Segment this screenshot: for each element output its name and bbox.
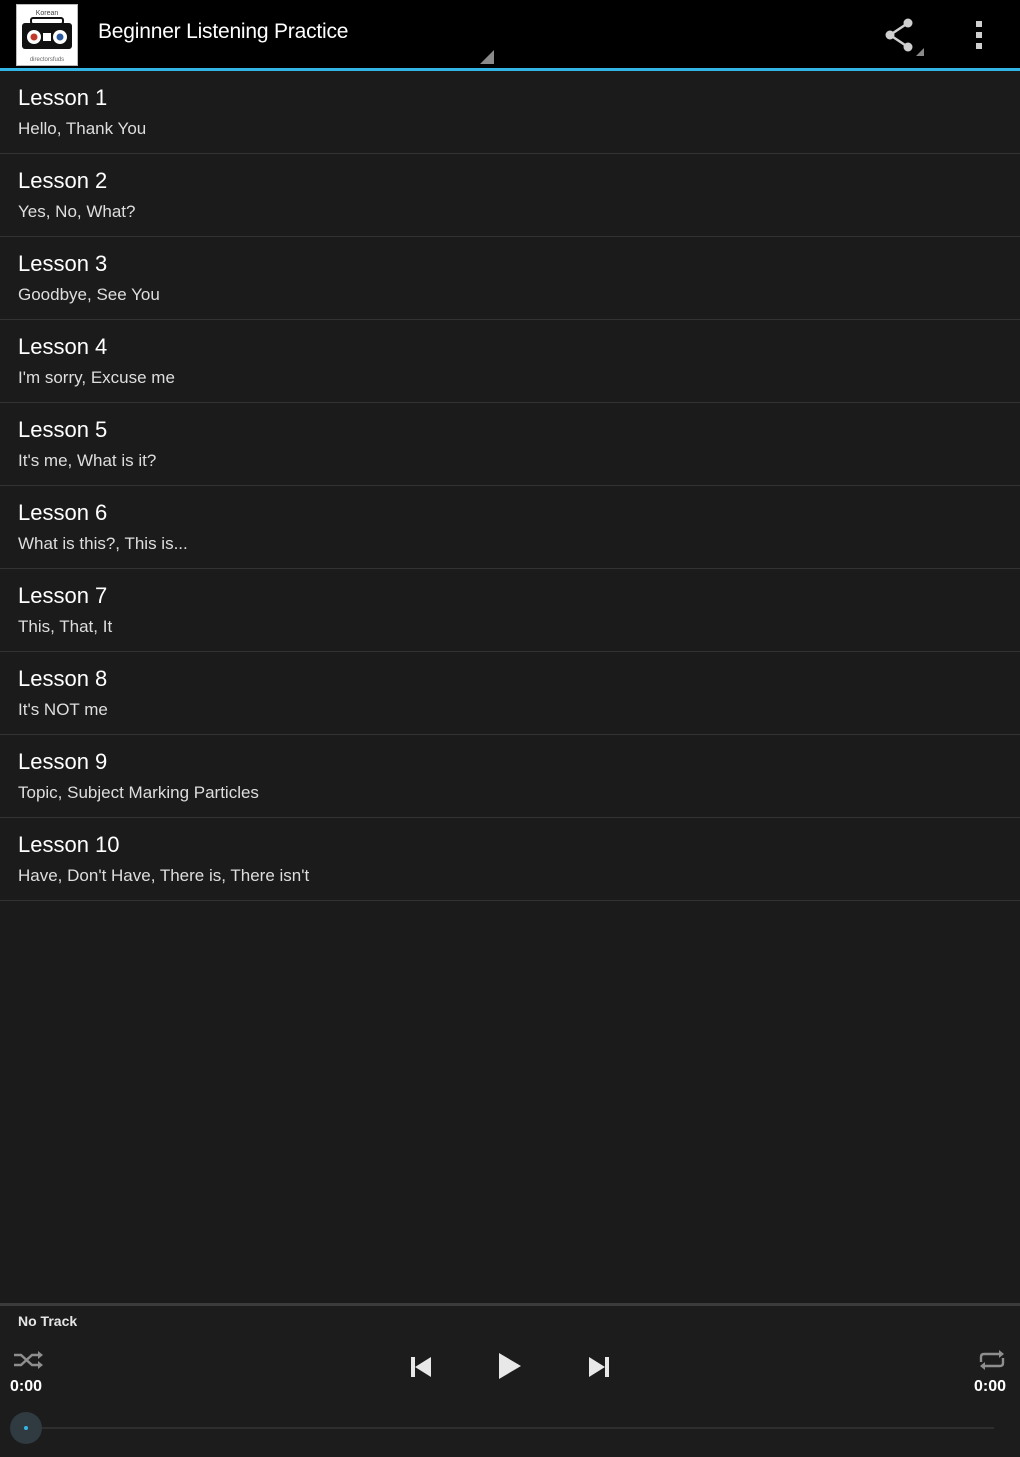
- logo-text-bottom: directorsfuds: [30, 57, 64, 63]
- lesson-title: Lesson 2: [18, 168, 108, 193]
- lesson-subtitle: This, That, It: [18, 617, 113, 636]
- lesson-item[interactable]: Lesson 3 Goodbye, See You: [0, 237, 1020, 320]
- previous-icon[interactable]: [404, 1350, 438, 1384]
- lesson-subtitle: What is this?, This is...: [18, 534, 188, 553]
- lesson-subtitle: Yes, No, What?: [18, 202, 136, 221]
- lesson-subtitle: Topic, Subject Marking Particles: [18, 783, 259, 802]
- logo-text-top: Korean: [36, 10, 59, 17]
- lesson-title: Lesson 5: [18, 417, 108, 442]
- play-icon[interactable]: [490, 1346, 530, 1386]
- lesson-title: Lesson 1: [18, 85, 108, 110]
- dropdown-corner-icon[interactable]: [480, 50, 494, 64]
- share-icon[interactable]: [872, 10, 930, 60]
- lesson-title: Lesson 7: [18, 583, 108, 608]
- app-logo[interactable]: Korean directorsfuds: [16, 4, 78, 66]
- media-player: No Track 0:00 0:00: [0, 1303, 1020, 1457]
- shuffle-icon[interactable]: [12, 1348, 44, 1372]
- lesson-item[interactable]: Lesson 2 Yes, No, What?: [0, 154, 1020, 237]
- seek-thumb[interactable]: [10, 1412, 42, 1444]
- action-bar: Korean directorsfuds Beginner Listening …: [0, 0, 1020, 71]
- repeat-icon[interactable]: [976, 1348, 1008, 1372]
- lesson-subtitle: Goodbye, See You: [18, 285, 160, 304]
- lesson-item[interactable]: Lesson 9 Topic, Subject Marking Particle…: [0, 735, 1020, 818]
- lesson-item[interactable]: Lesson 4 I'm sorry, Excuse me: [0, 320, 1020, 403]
- lesson-subtitle: It's NOT me: [18, 700, 108, 719]
- lesson-title: Lesson 6: [18, 500, 108, 525]
- lesson-subtitle: I'm sorry, Excuse me: [18, 368, 175, 387]
- lesson-subtitle: Have, Don't Have, There is, There isn't: [18, 866, 310, 885]
- lesson-subtitle: Hello, Thank You: [18, 119, 147, 138]
- elapsed-time: 0:00: [10, 1378, 43, 1395]
- lesson-title: Lesson 4: [18, 334, 108, 359]
- lesson-item[interactable]: Lesson 5 It's me, What is it?: [0, 403, 1020, 486]
- lesson-title: Lesson 3: [18, 251, 108, 276]
- lesson-item[interactable]: Lesson 8 It's NOT me: [0, 652, 1020, 735]
- lesson-item[interactable]: Lesson 10 Have, Don't Have, There is, Th…: [0, 818, 1020, 901]
- page-title: Beginner Listening Practice: [98, 20, 349, 43]
- lesson-subtitle: It's me, What is it?: [18, 451, 157, 470]
- lesson-item[interactable]: Lesson 1 Hello, Thank You: [0, 71, 1020, 154]
- lesson-title: Lesson 9: [18, 749, 108, 774]
- lesson-title: Lesson 8: [18, 666, 108, 691]
- next-icon[interactable]: [582, 1350, 616, 1384]
- lesson-item[interactable]: Lesson 7 This, That, It: [0, 569, 1020, 652]
- overflow-menu-icon[interactable]: [960, 10, 1000, 60]
- duration-time: 0:00: [974, 1378, 1007, 1395]
- seek-bar[interactable]: [20, 1427, 994, 1429]
- lesson-list: Lesson 1 Hello, Thank You Lesson 2 Yes, …: [0, 71, 1020, 901]
- lesson-title: Lesson 10: [18, 832, 120, 857]
- track-name: No Track: [18, 1313, 78, 1329]
- lesson-item[interactable]: Lesson 6 What is this?, This is...: [0, 486, 1020, 569]
